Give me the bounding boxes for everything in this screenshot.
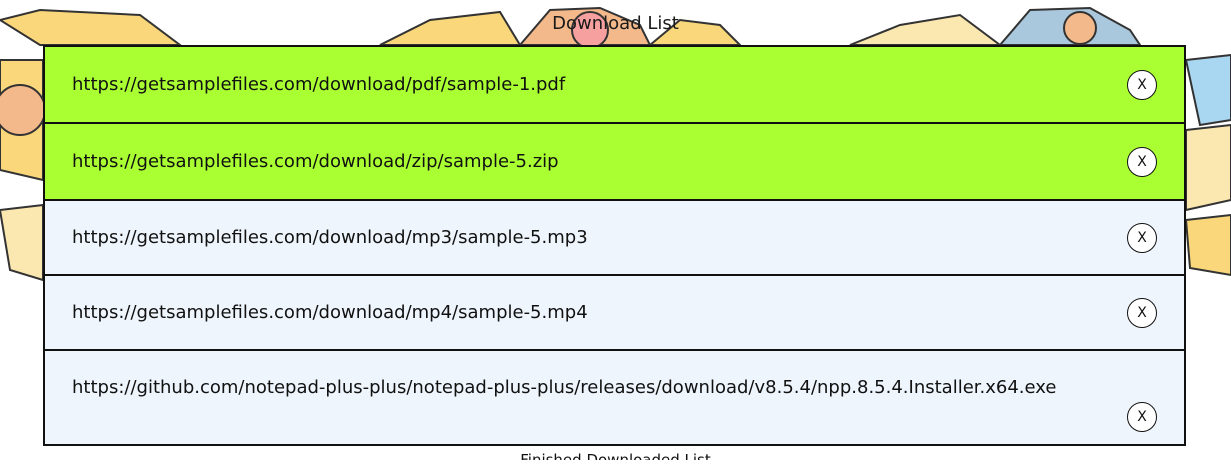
remove-button[interactable]: X: [1127, 69, 1157, 100]
download-item: https://getsamplefiles.com/download/zip/…: [43, 122, 1186, 199]
download-url: https://github.com/notepad-plus-plus/not…: [72, 377, 1057, 398]
download-item: https://getsamplefiles.com/download/mp3/…: [43, 199, 1186, 274]
remove-button[interactable]: X: [1127, 222, 1157, 253]
remove-button[interactable]: X: [1127, 146, 1157, 177]
download-item: https://getsamplefiles.com/download/pdf/…: [43, 45, 1186, 122]
download-url: https://getsamplefiles.com/download/pdf/…: [72, 73, 566, 95]
page-title: Download List: [552, 13, 679, 34]
download-list: https://getsamplefiles.com/download/pdf/…: [43, 45, 1186, 446]
download-url: https://getsamplefiles.com/download/zip/…: [72, 150, 559, 172]
remove-button[interactable]: X: [1127, 297, 1157, 328]
finished-list-heading: Finished Downloaded List: [520, 451, 711, 460]
remove-button[interactable]: X: [1127, 402, 1157, 432]
download-item: https://getsamplefiles.com/download/mp4/…: [43, 274, 1186, 349]
download-item: https://github.com/notepad-plus-plus/not…: [43, 349, 1186, 446]
download-url: https://getsamplefiles.com/download/mp4/…: [72, 301, 588, 323]
download-url: https://getsamplefiles.com/download/mp3/…: [72, 226, 588, 248]
